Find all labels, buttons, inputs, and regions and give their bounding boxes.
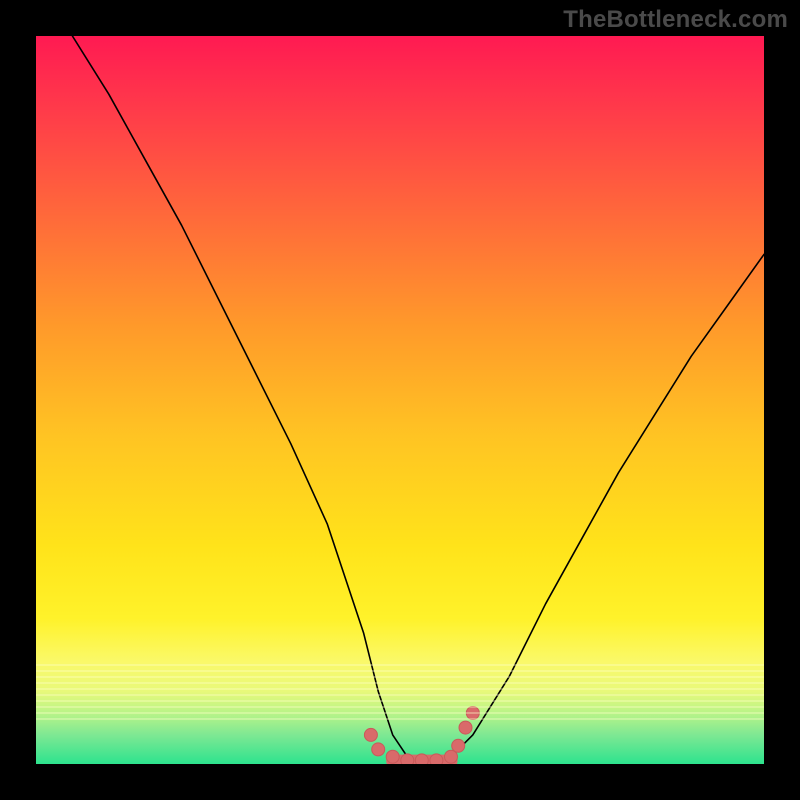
chart-frame: TheBottleneck.com (0, 0, 800, 800)
marker-dot (364, 728, 377, 741)
marker-dot (401, 754, 414, 764)
bottleneck-curve (72, 36, 764, 764)
marker-dot (386, 750, 399, 763)
marker-dot (415, 754, 428, 764)
plot-area (36, 36, 764, 764)
marker-dot (430, 754, 443, 764)
marker-dot (452, 739, 465, 752)
marker-dot (445, 750, 458, 763)
marker-dot (466, 707, 479, 720)
marker-dot (372, 743, 385, 756)
marker-dot (459, 721, 472, 734)
watermark-text: TheBottleneck.com (563, 6, 788, 34)
curve-svg (36, 36, 764, 764)
optimal-range-markers (364, 707, 479, 765)
